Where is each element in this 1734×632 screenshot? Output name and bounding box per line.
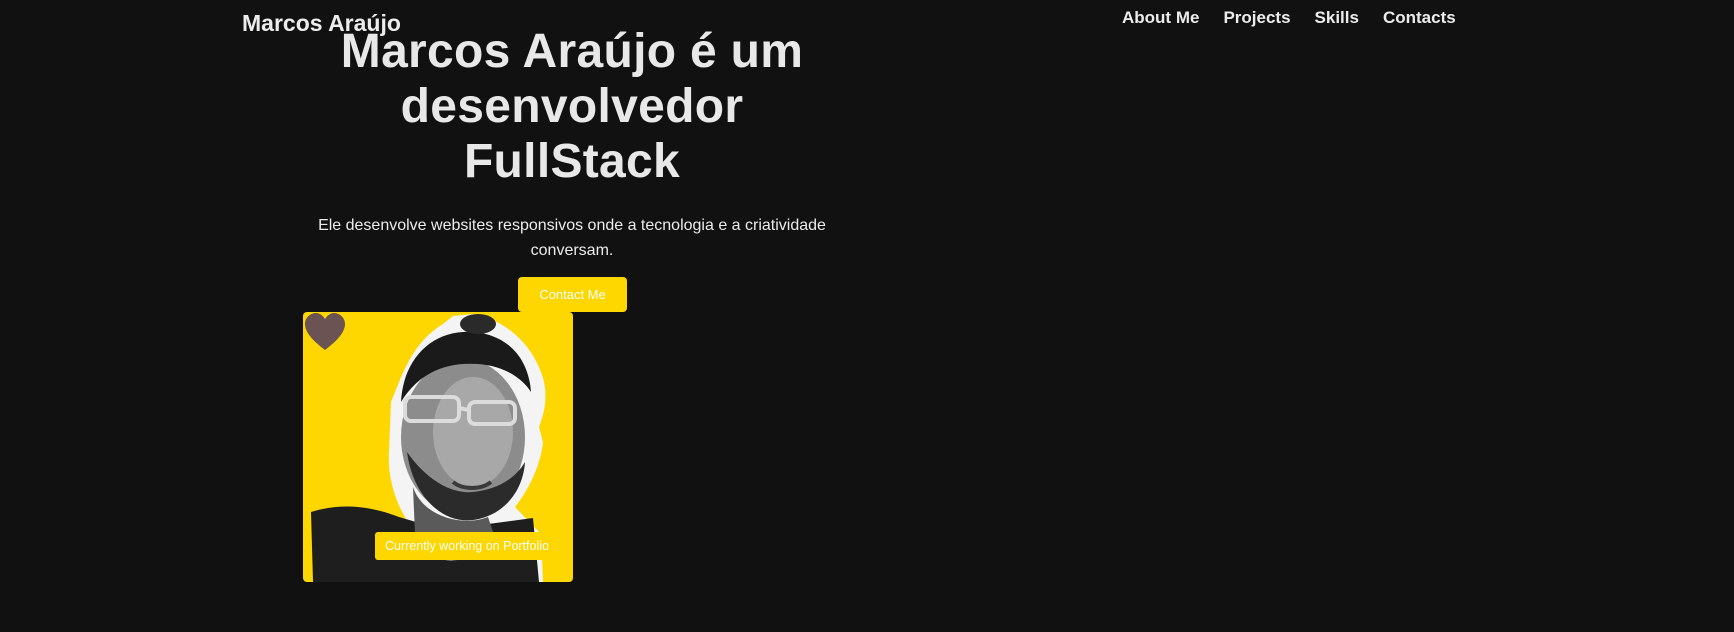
main-nav: About Me Projects Skills Contacts — [1110, 6, 1468, 30]
nav-contacts[interactable]: Contacts — [1371, 6, 1468, 30]
heart-icon — [305, 313, 345, 350]
nav-projects[interactable]: Projects — [1211, 6, 1302, 30]
status-badge: Currently working on Portfolio — [375, 532, 559, 560]
hero-subtitle: Ele desenvolve websites responsivos onde… — [318, 217, 826, 259]
hero-title: Marcos Araújo é um desenvolvedor FullSta… — [340, 25, 804, 188]
profile-photo-card: Currently working on Portfolio — [303, 312, 573, 582]
contact-me-button[interactable]: Contact Me — [518, 277, 627, 312]
nav-about-me[interactable]: About Me — [1110, 6, 1211, 30]
nav-skills[interactable]: Skills — [1303, 6, 1371, 30]
page: Marcos Araújo About Me Projects Skills C… — [0, 0, 1734, 632]
